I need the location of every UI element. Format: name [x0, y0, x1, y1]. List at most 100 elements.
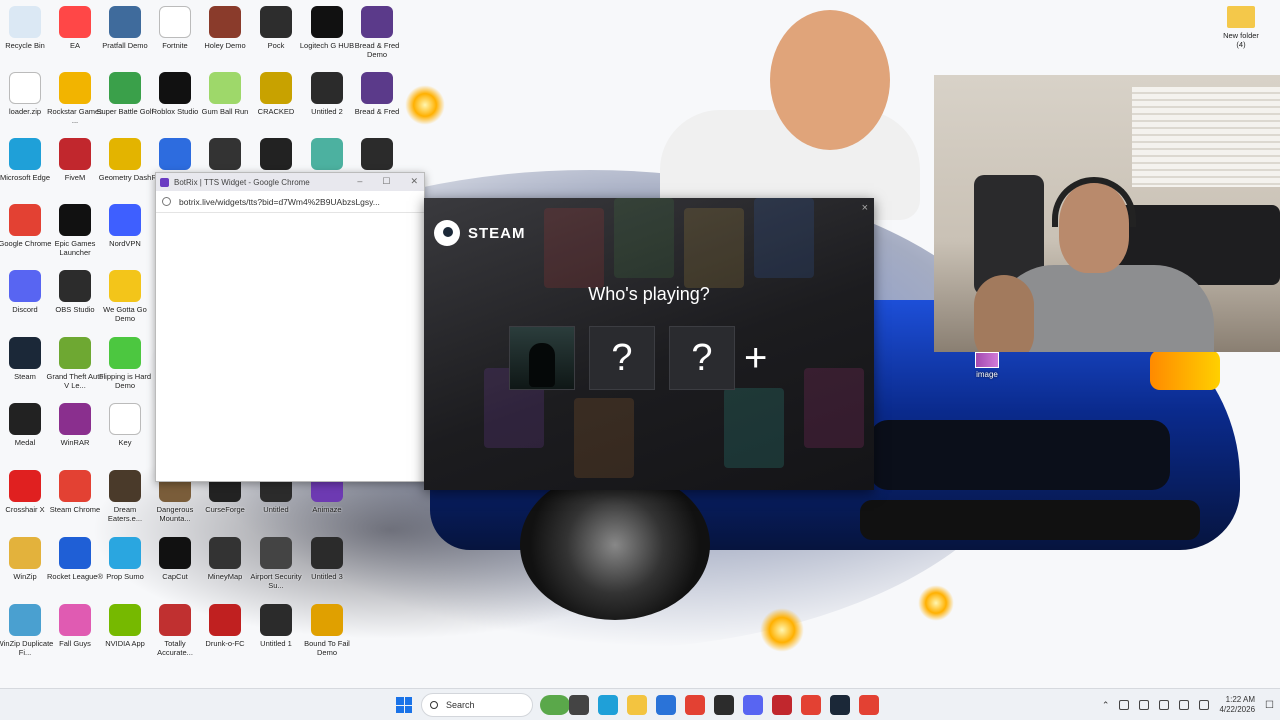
desktop-icon[interactable]: Pock	[249, 6, 303, 70]
desktop-icon[interactable]: Rockstar Games ...	[47, 72, 103, 136]
desktop-icon[interactable]: Crosshair X	[0, 470, 52, 534]
site-info-icon[interactable]	[162, 197, 171, 206]
desktop-icon[interactable]: Untitled 2	[300, 72, 354, 136]
store-icon[interactable]	[656, 695, 676, 715]
taskbar-clock[interactable]: 1:22 AM 4/22/2026	[1219, 695, 1255, 715]
desktop-icon-new-folder[interactable]: New folder (4)	[1218, 6, 1264, 62]
microphone-icon[interactable]	[1139, 700, 1150, 710]
desktop-icon[interactable]: Microsoft Edge	[0, 138, 52, 202]
address-bar[interactable]: botrix.live/widgets/tts?bid=d7Wm4%2B9UAb…	[156, 191, 424, 213]
desktop-icon[interactable]: loader.zip	[0, 72, 52, 136]
wifi-icon[interactable]	[1159, 700, 1170, 710]
steam-icon[interactable]	[830, 695, 850, 715]
desktop-icon[interactable]: Bread & Fred	[350, 72, 404, 136]
close-icon[interactable]: ✕	[410, 176, 418, 187]
logitech-icon	[311, 6, 343, 38]
rainbow-six-icon	[209, 138, 241, 170]
desktop-icon[interactable]: CRACKED	[249, 72, 303, 136]
speaker-icon[interactable]	[1179, 700, 1190, 710]
desktop-icon-label: Bound To Fail Demo	[304, 639, 350, 657]
fivem-icon	[59, 138, 91, 170]
chameleon-icon[interactable]	[540, 695, 570, 715]
desktop-icon[interactable]: Roblox Studio	[148, 72, 202, 136]
close-button[interactable]: ×	[862, 202, 868, 214]
desktop-icon[interactable]: Holey Demo	[198, 6, 252, 70]
desktop-icon-image[interactable]: image	[972, 352, 1002, 388]
desktop-icon[interactable]: We Gotta Go Demo	[98, 270, 152, 334]
notification-icon[interactable]: ☐	[1265, 700, 1274, 711]
desktop-icon[interactable]: Discord	[0, 270, 52, 334]
chrome-titlebar[interactable]: BotRix | TTS Widget - Google Chrome – ☐ …	[156, 173, 424, 191]
crosshair-icon	[9, 470, 41, 502]
desktop-icon[interactable]: CapCut	[148, 537, 202, 601]
cracked-icon	[260, 72, 292, 104]
desktop-icon-label: Key	[118, 438, 132, 447]
clock-date: 4/22/2026	[1219, 705, 1256, 714]
minimize-icon[interactable]: –	[357, 176, 362, 187]
account-slot-3[interactable]: ?	[669, 326, 735, 390]
desktop-icon[interactable]: Google Chrome	[0, 204, 52, 268]
desktop-icon[interactable]: Gum Ball Run	[198, 72, 252, 136]
edge-icon[interactable]	[598, 695, 618, 715]
battery-icon[interactable]	[1199, 700, 1210, 710]
chrome-icon[interactable]	[801, 695, 821, 715]
adobe-icon[interactable]	[772, 695, 792, 715]
task-view-icon[interactable]	[569, 695, 589, 715]
desktop-icon[interactable]: NVIDIA App	[98, 604, 152, 668]
desktop-icon[interactable]: Fortnite	[148, 6, 202, 70]
desktop-icon[interactable]: NordVPN	[98, 204, 152, 268]
desktop-icon[interactable]: WinZip Duplicate Fi...	[0, 604, 53, 668]
desktop-icon[interactable]: Recycle Bin	[0, 6, 52, 70]
desktop-icon[interactable]: FiveM	[48, 138, 102, 202]
desktop-icon[interactable]: Rocket League®	[47, 537, 103, 601]
desktop-icon[interactable]: WinZip	[0, 537, 52, 601]
desktop-icon[interactable]: Fall Guys	[48, 604, 102, 668]
add-account-button[interactable]: +	[744, 338, 767, 378]
obs-icon[interactable]	[714, 695, 734, 715]
desktop-icon[interactable]: Steam Chrome	[48, 470, 102, 534]
start-button[interactable]	[396, 697, 412, 713]
desktop-icon[interactable]: Dream Eaters.e...	[98, 470, 152, 534]
chevron-up-icon[interactable]: ⌃	[1102, 700, 1110, 711]
chrome-icon[interactable]	[859, 695, 879, 715]
unity-file-icon	[260, 604, 292, 636]
desktop-icon[interactable]: Untitled 1	[249, 604, 303, 668]
discord-icon[interactable]	[743, 695, 763, 715]
desktop-icon[interactable]: OBS Studio	[48, 270, 102, 334]
desktop-icon[interactable]: Geometry Dash	[98, 138, 152, 202]
desktop-icon[interactable]: Epic Games Launcher	[48, 204, 102, 268]
desktop-icon[interactable]: Logitech G HUB	[300, 6, 354, 70]
chrome-page-content	[156, 213, 424, 481]
desktop-icon[interactable]: Untitled 3	[300, 537, 354, 601]
desktop-icon[interactable]: Super Battle Golf	[96, 72, 154, 136]
desktop-icon[interactable]: Flipping is Hard Demo	[98, 337, 152, 401]
folder-icon	[1227, 6, 1255, 28]
chrome-icon[interactable]	[685, 695, 705, 715]
desktop-icon[interactable]: Bread & Fred Demo	[350, 6, 404, 70]
file-explorer-icon[interactable]	[627, 695, 647, 715]
desktop-icon[interactable]: Airport Security Su...	[249, 537, 303, 601]
desktop-icon[interactable]: EA	[48, 6, 102, 70]
account-slot-2[interactable]: ?	[589, 326, 655, 390]
botrix-favicon-icon	[160, 177, 169, 187]
search-placeholder: Search	[446, 700, 475, 710]
desktop-icon-label: Bread & Fred Demo	[354, 41, 400, 59]
desktop-icon[interactable]: Prop Sumo	[98, 537, 152, 601]
maximize-icon[interactable]: ☐	[382, 176, 390, 187]
desktop-icon[interactable]: Grand Theft Auto V Le...	[47, 337, 103, 401]
taskbar-search[interactable]: Search	[421, 693, 533, 717]
account-avatar-1[interactable]	[509, 326, 575, 390]
desktop-icon[interactable]: Drunk-o-FC	[198, 604, 252, 668]
chrome-window[interactable]: BotRix | TTS Widget - Google Chrome – ☐ …	[155, 172, 425, 482]
desktop-icon[interactable]: MineyMap	[198, 537, 252, 601]
desktop-icon-label: CRACKED	[257, 107, 295, 116]
desktop-icon[interactable]: Medal	[0, 403, 52, 467]
desktop-icon[interactable]: WinRAR	[48, 403, 102, 467]
desktop-icon[interactable]: Steam	[0, 337, 52, 401]
network-icon[interactable]	[1119, 700, 1130, 710]
desktop-icon[interactable]: Totally Accurate...	[148, 604, 202, 668]
desktop-icon[interactable]: Bound To Fail Demo	[300, 604, 354, 668]
desktop-icon[interactable]: Key	[98, 403, 152, 467]
desktop-icon[interactable]: Pratfall Demo	[98, 6, 152, 70]
chrome-icon	[59, 470, 91, 502]
